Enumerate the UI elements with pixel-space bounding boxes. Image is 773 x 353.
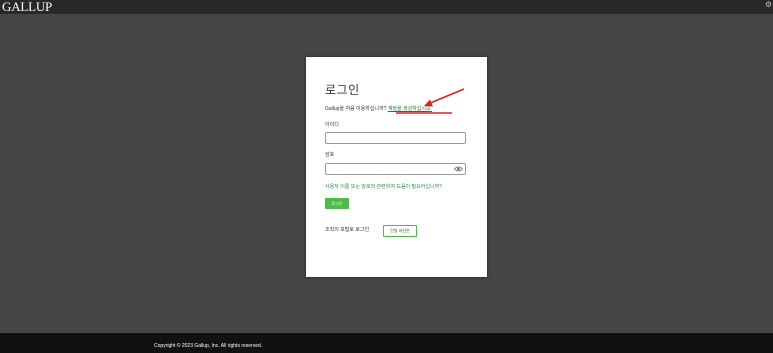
password-label: 암호 — [325, 152, 335, 158]
copyright-text: Copyright © 2023 Gallup, Inc. All rights… — [154, 343, 263, 349]
top-bar: GALLUP ⚙ — [0, 0, 773, 14]
red-arrow-icon — [396, 88, 465, 114]
login-card: 로그인 Gallup을 처음 이용하십니까? 계정을 생성하십시오. 아이디 암… — [306, 57, 487, 277]
help-link[interactable]: 사용자 이름 또는 암호와 관련하여 도움이 필요하십니까? — [325, 183, 442, 190]
gallup-logo[interactable]: GALLUP — [2, 0, 52, 15]
username-label: 아이디 — [325, 122, 339, 128]
username-input[interactable] — [325, 132, 466, 144]
gear-icon[interactable]: ⚙ — [765, 1, 772, 9]
arrow-shaft — [427, 88, 465, 105]
password-input[interactable] — [325, 163, 466, 175]
footer: Copyright © 2023 Gallup, Inc. All rights… — [0, 333, 773, 353]
org-portal-label: 조직의 포털로 로그인 — [325, 227, 370, 233]
eye-icon[interactable] — [454, 166, 463, 172]
login-button[interactable]: 로그인 — [325, 198, 349, 209]
page-title: 로그인 — [325, 83, 360, 97]
new-user-prompt: Gallup을 처음 이용하십니까? — [325, 106, 387, 112]
sso-button[interactable]: 단일 사인온 — [383, 225, 417, 237]
